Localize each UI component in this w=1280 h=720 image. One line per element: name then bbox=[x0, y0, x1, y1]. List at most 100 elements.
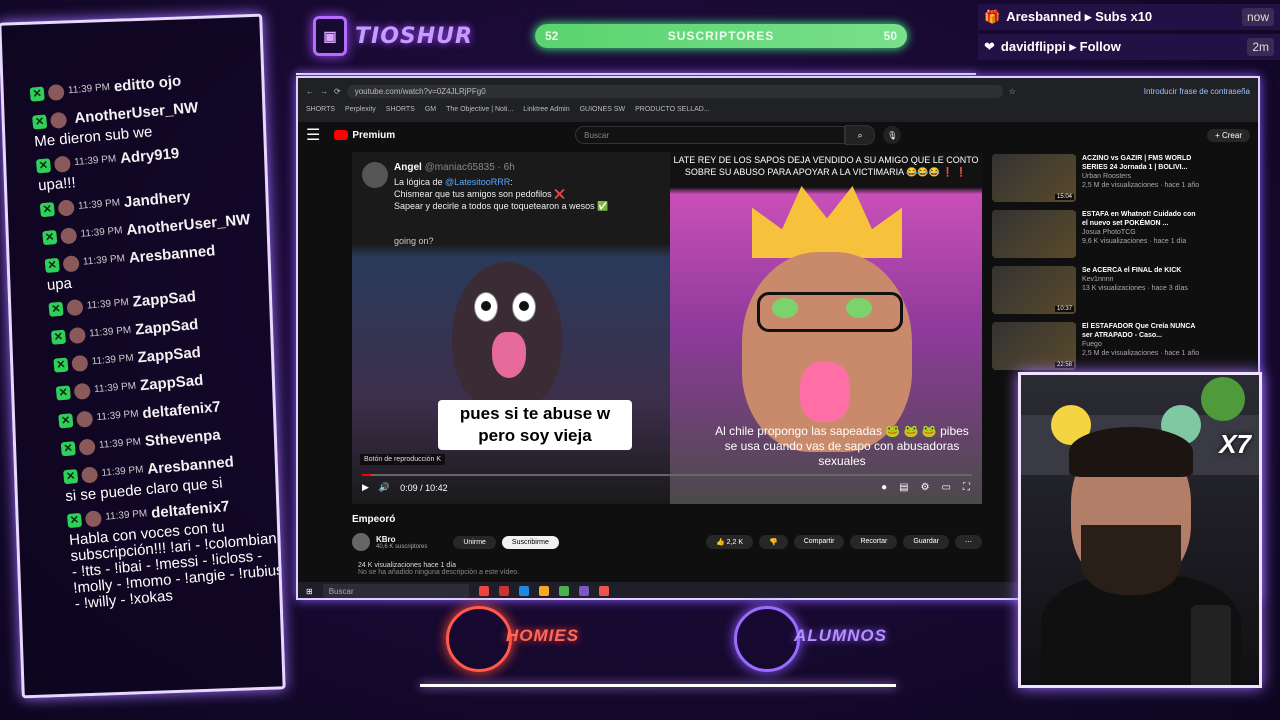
subs-goal: 50 bbox=[883, 29, 897, 43]
subtitles-icon[interactable]: ▤ bbox=[899, 482, 908, 493]
description-box[interactable]: 24 K visualizaciones hace 1 día No se ha… bbox=[358, 562, 519, 576]
password-hint[interactable]: Introducir frase de contraseña bbox=[1144, 87, 1250, 96]
chat-username[interactable]: Aresbanned bbox=[128, 242, 216, 266]
chat-time: 11:39 PM bbox=[86, 296, 130, 312]
bookmark-item[interactable]: Linktree Admin bbox=[523, 106, 569, 113]
video-thumbnail[interactable]: 15:04 bbox=[992, 154, 1076, 202]
bookmark-item[interactable]: GM bbox=[425, 106, 436, 113]
video-thumbnail[interactable] bbox=[992, 210, 1076, 258]
youtube-logo[interactable]: Premium bbox=[334, 130, 395, 141]
chat-username[interactable]: ZappSad bbox=[132, 288, 197, 310]
rec-title[interactable]: El ESTAFADOR Que Creía NUNCA ser ATRAPAD… bbox=[1082, 322, 1202, 340]
avatar bbox=[62, 255, 80, 273]
taskbar-search[interactable]: Buscar bbox=[322, 584, 469, 598]
event-item: ❤ davidflippi ▸ Follow 2m bbox=[978, 34, 1280, 60]
app-icon[interactable] bbox=[598, 586, 609, 596]
bookmark-item[interactable]: GUIONES SW bbox=[580, 106, 626, 113]
rec-title[interactable]: Se ACERCA el FINAL de KICK bbox=[1082, 266, 1188, 275]
join-button[interactable]: Unirme bbox=[453, 535, 496, 549]
opera-icon[interactable] bbox=[498, 586, 509, 596]
mic-icon[interactable]: 🎙 bbox=[883, 126, 902, 144]
chat-username[interactable]: AnotherUser_NW bbox=[126, 211, 251, 239]
chat-username[interactable]: Jandhery bbox=[123, 188, 191, 211]
homies-logo: HOMIES bbox=[446, 606, 626, 678]
volume-icon[interactable]: 🔊 bbox=[379, 482, 390, 493]
back-icon[interactable]: ← bbox=[306, 87, 314, 96]
sub-badge-icon: ✕ bbox=[44, 257, 60, 274]
settings-icon[interactable]: ⚙ bbox=[921, 482, 930, 493]
reload-icon[interactable]: ⟳ bbox=[334, 87, 341, 96]
recommendation-item[interactable]: 22:58 El ESTAFADOR Que Creía NUNCA ser AT… bbox=[992, 322, 1202, 372]
sub-badge-icon: ✕ bbox=[29, 86, 45, 102]
tweet-name: Angel bbox=[394, 162, 422, 173]
discord-icon[interactable] bbox=[578, 586, 589, 596]
avatar bbox=[84, 510, 103, 528]
recommendation-item[interactable]: ESTAFA en Whatnot! Cuidado con el nuevo … bbox=[992, 210, 1202, 260]
recommendation-item[interactable]: 10:37 Se ACERCA el FINAL de KICK Kev1nnnn 1… bbox=[992, 266, 1202, 316]
chat-username[interactable]: ZappSad bbox=[139, 372, 204, 394]
bookmark-item[interactable]: SHORTS bbox=[306, 106, 335, 113]
avatar bbox=[57, 199, 75, 217]
video-thumbnail[interactable]: 22:58 bbox=[992, 322, 1076, 370]
bookmark-item[interactable]: Perplexity bbox=[345, 106, 376, 113]
bookmark-item[interactable]: PRODUCTO SELLAD... bbox=[635, 106, 710, 113]
bookmark-item[interactable]: SHORTS bbox=[386, 106, 415, 113]
save-button[interactable]: Guardar bbox=[903, 535, 949, 549]
folder-icon[interactable] bbox=[538, 586, 549, 596]
play-icon[interactable]: ▶ bbox=[362, 482, 369, 493]
video-player[interactable]: Angel @maniac65835 · 6h La lógica de @La… bbox=[352, 152, 982, 504]
face-filter bbox=[742, 252, 912, 452]
chat-username[interactable]: Adry919 bbox=[119, 145, 179, 167]
youtube-icon bbox=[334, 130, 349, 140]
video-thumbnail[interactable]: 10:37 bbox=[992, 266, 1076, 314]
menu-icon[interactable]: ☰ bbox=[306, 125, 320, 145]
edge-icon[interactable] bbox=[518, 586, 529, 596]
chat-username[interactable]: ZappSad bbox=[137, 344, 202, 366]
chat-username[interactable]: Sthevenpa bbox=[144, 426, 221, 450]
forward-icon[interactable]: → bbox=[320, 87, 328, 96]
search-input[interactable]: Buscar bbox=[575, 126, 846, 144]
recommendation-item[interactable]: 15:04 ACZINO vs GAZIR | FMS WORLD SERIES … bbox=[992, 154, 1202, 204]
channel-name[interactable]: KBro bbox=[376, 535, 427, 544]
chat-message: ✕ 11:39 PM deltafenix7 Habla con voces con … bbox=[66, 494, 286, 613]
subscribe-button[interactable]: Suscribirme bbox=[501, 535, 559, 549]
bookmarks-bar: SHORTS Perplexity SHORTS GM The Objective | … bbox=[298, 102, 1258, 116]
url-field[interactable]: youtube.com/watch?v=0Z4JLRjPFg0 bbox=[346, 84, 1003, 98]
progress-fill bbox=[362, 474, 371, 476]
chat-panel: ✕ 11:39 PM editto ojo ✕ AnotherUser_NW Me die… bbox=[0, 13, 286, 699]
channel-row: KBro 40,6 K suscriptores Unirme Suscribi… bbox=[352, 530, 982, 554]
rec-channel: Josua PhotoTCG bbox=[1082, 229, 1136, 236]
create-button[interactable]: + Crear bbox=[1207, 128, 1250, 142]
rec-title[interactable]: ESTAFA en Whatnot! Cuidado con el nuevo … bbox=[1082, 210, 1202, 228]
chat-username[interactable]: ZappSad bbox=[134, 316, 199, 338]
star-icon[interactable]: ☆ bbox=[1009, 87, 1016, 96]
rec-channel: Kev1nnnn bbox=[1082, 276, 1114, 283]
clip-button[interactable]: Recortar bbox=[850, 535, 898, 549]
twitch-icon: ▣ bbox=[313, 16, 348, 56]
chat-time: 11:39 PM bbox=[104, 508, 148, 523]
more-icon[interactable]: ⋯ bbox=[955, 535, 982, 549]
avatar bbox=[53, 155, 72, 173]
chat-username[interactable]: deltafenix7 bbox=[142, 398, 222, 422]
windows-icon[interactable]: ⊞ bbox=[306, 587, 313, 596]
autoplay-icon[interactable]: ● bbox=[881, 482, 887, 493]
fullscreen-icon[interactable]: ⛶ bbox=[963, 482, 970, 493]
dislike-button[interactable]: 👎 bbox=[759, 535, 788, 549]
tongue-icon bbox=[492, 332, 526, 378]
chat-username[interactable]: editto ojo bbox=[113, 73, 182, 96]
chat-time: 11:39 PM bbox=[80, 225, 123, 240]
chrome-icon[interactable] bbox=[558, 586, 569, 596]
youtube-header: ☰ Premium Buscar ⌕ 🎙 + Crear bbox=[298, 122, 1258, 148]
progress-bar[interactable] bbox=[362, 474, 972, 476]
like-button[interactable]: 👍 2,2 K bbox=[705, 535, 754, 549]
eye-icon bbox=[474, 292, 498, 322]
share-button[interactable]: Compartir bbox=[793, 535, 845, 549]
brave-icon[interactable] bbox=[478, 586, 489, 596]
search-icon[interactable]: ⌕ bbox=[845, 125, 876, 145]
bookmark-item[interactable]: The Objective | Noti... bbox=[446, 106, 513, 113]
rec-info: ACZINO vs GAZIR | FMS WORLD SERIES 24 Jo… bbox=[1082, 154, 1202, 204]
channel-avatar[interactable] bbox=[352, 533, 370, 551]
webcam-frame: X7 bbox=[1018, 372, 1262, 688]
rec-title[interactable]: ACZINO vs GAZIR | FMS WORLD SERIES 24 Jo… bbox=[1082, 154, 1202, 172]
theater-icon[interactable]: ▭ bbox=[942, 482, 951, 493]
